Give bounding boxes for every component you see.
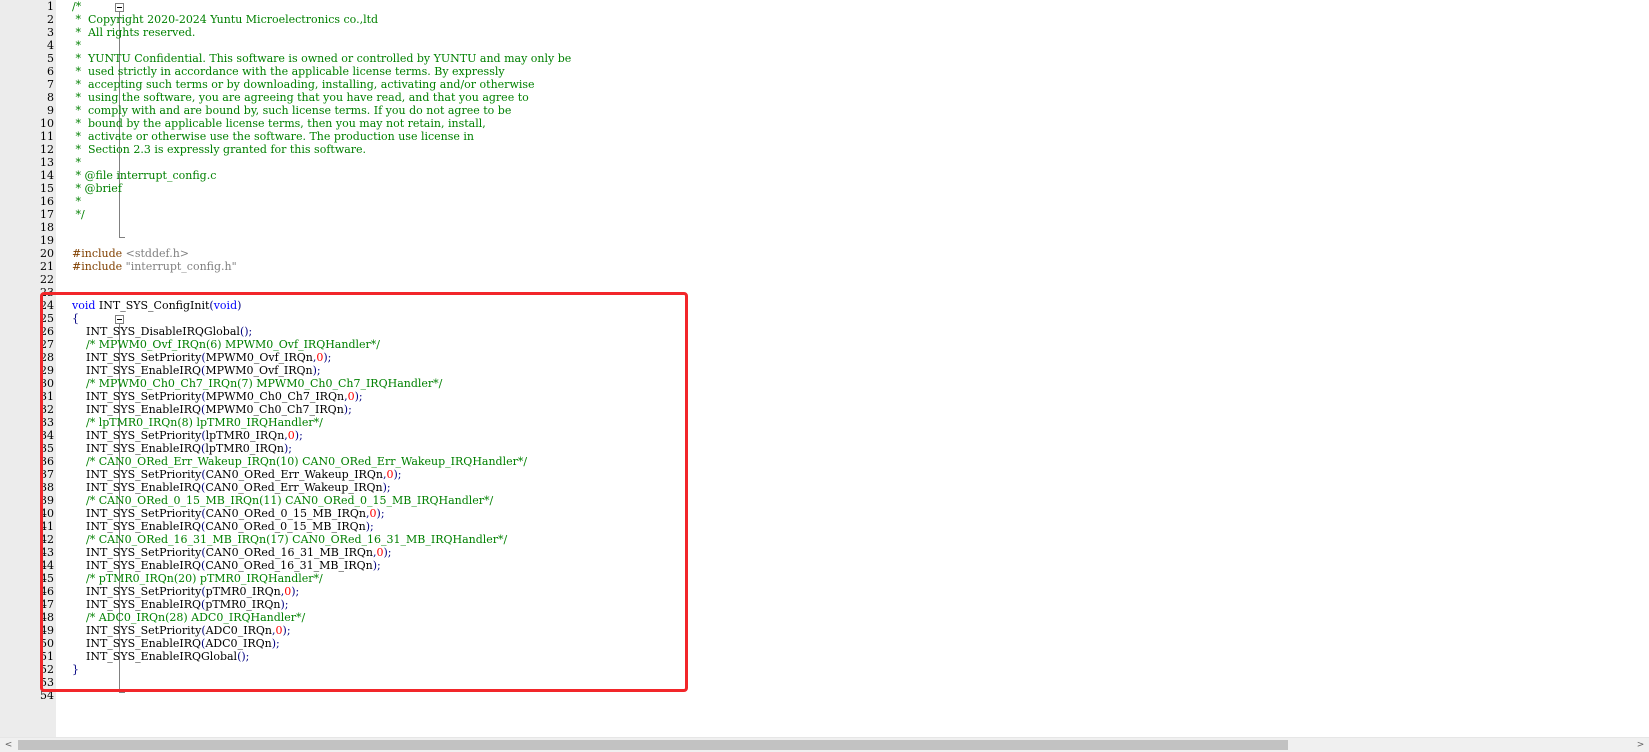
code-line[interactable]: #include <stddef.h> xyxy=(72,247,189,260)
code-token-comment: * All rights reserved. xyxy=(72,26,196,39)
code-line[interactable]: * All rights reserved. xyxy=(72,26,195,39)
line-number: 4 xyxy=(47,39,54,52)
code-line[interactable]: * comply with and are bound by, such lic… xyxy=(72,104,511,117)
code-line[interactable]: * accepting such terms or by downloading… xyxy=(72,78,535,91)
scroll-right-button[interactable]: > xyxy=(1632,738,1649,752)
code-token-comment: * activate or otherwise use the software… xyxy=(72,130,475,143)
code-line[interactable]: * xyxy=(72,39,81,52)
code-token-comment: * xyxy=(72,195,81,208)
line-number: 12 xyxy=(40,143,54,156)
code-token-comment: * using the software, you are agreeing t… xyxy=(72,91,529,104)
code-line[interactable]: * used strictly in accordance with the a… xyxy=(72,65,505,78)
fold-end-marker xyxy=(119,692,125,693)
horizontal-scrollbar[interactable]: < > xyxy=(0,737,1649,752)
code-token-comment: * Copyright 2020-2024 Yuntu Microelectro… xyxy=(72,13,379,26)
code-line[interactable]: * @brief xyxy=(72,182,122,195)
line-number: 20 xyxy=(40,247,54,260)
code-token-comment: * Section 2.3 is expressly granted for t… xyxy=(72,143,367,156)
code-line[interactable]: * YUNTU Confidential. This software is o… xyxy=(72,52,571,65)
code-token-comment: * xyxy=(72,39,81,52)
line-number: 19 xyxy=(40,234,54,247)
code-token-comment: */ xyxy=(72,208,85,221)
line-number: 1 xyxy=(47,0,54,13)
code-line[interactable]: * Section 2.3 is expressly granted for t… xyxy=(72,143,366,156)
scroll-left-button[interactable]: < xyxy=(0,738,17,752)
code-token-comment: * used strictly in accordance with the a… xyxy=(72,65,505,78)
scrollbar-thumb[interactable] xyxy=(18,740,1288,750)
code-line[interactable]: * @file interrupt_config.c xyxy=(72,169,216,182)
code-token-comment: * comply with and are bound by, such lic… xyxy=(72,104,512,117)
line-number: 3 xyxy=(47,26,54,39)
fold-end-marker xyxy=(119,237,125,238)
code-token-comment: * @file interrupt_config.c xyxy=(72,169,217,182)
line-number: 21 xyxy=(40,260,54,273)
code-editor[interactable]: 1 2 3 4 5 6 7 8 9 10 11 12 13 14 15 16 17 18 19 20 21 22 23 24 2… xyxy=(0,0,1649,737)
code-line[interactable]: * xyxy=(72,156,81,169)
line-number: 7 xyxy=(47,78,54,91)
code-line[interactable]: */ xyxy=(72,208,85,221)
code-token-preproc: #include xyxy=(72,260,126,273)
code-token-comment: * accepting such terms or by downloading… xyxy=(72,78,535,91)
code-token-string: "interrupt_config.h" xyxy=(125,260,237,273)
line-number: 15 xyxy=(40,182,54,195)
code-line[interactable]: * Copyright 2020-2024 Yuntu Microelectro… xyxy=(72,13,378,26)
line-number: 2 xyxy=(47,13,54,26)
code-line[interactable]: * using the software, you are agreeing t… xyxy=(72,91,529,104)
line-number: 8 xyxy=(47,91,54,104)
code-token-comment: /* xyxy=(72,0,82,13)
line-number: 14 xyxy=(40,169,54,182)
line-number: 6 xyxy=(47,65,54,78)
code-token-comment: * xyxy=(72,156,81,169)
line-number: 18 xyxy=(40,221,54,234)
code-line[interactable]: * xyxy=(72,195,81,208)
code-token-string: <stddef.h> xyxy=(125,247,189,260)
chevron-left-icon: < xyxy=(4,740,13,750)
line-number: 9 xyxy=(47,104,54,117)
line-number: 16 xyxy=(40,195,54,208)
code-line[interactable]: * bound by the applicable license terms,… xyxy=(72,117,486,130)
line-number: 13 xyxy=(40,156,54,169)
line-number: 10 xyxy=(40,117,54,130)
code-line[interactable]: * activate or otherwise use the software… xyxy=(72,130,474,143)
code-token-preproc: #include xyxy=(72,247,126,260)
fold-collapse-icon[interactable] xyxy=(115,3,124,12)
line-number: 11 xyxy=(40,130,54,143)
code-line[interactable]: /* xyxy=(72,0,81,13)
line-number: 22 xyxy=(40,273,54,286)
code-token-comment: * bound by the applicable license terms,… xyxy=(72,117,486,130)
code-token-comment: * @brief xyxy=(72,182,122,195)
chevron-right-icon: > xyxy=(1636,740,1645,750)
code-token-comment: * YUNTU Confidential. This software is o… xyxy=(72,52,572,65)
code-line[interactable]: #include "interrupt_config.h" xyxy=(72,260,237,273)
line-number: 17 xyxy=(40,208,54,221)
highlight-annotation-box xyxy=(40,292,688,692)
line-number: 5 xyxy=(47,52,54,65)
